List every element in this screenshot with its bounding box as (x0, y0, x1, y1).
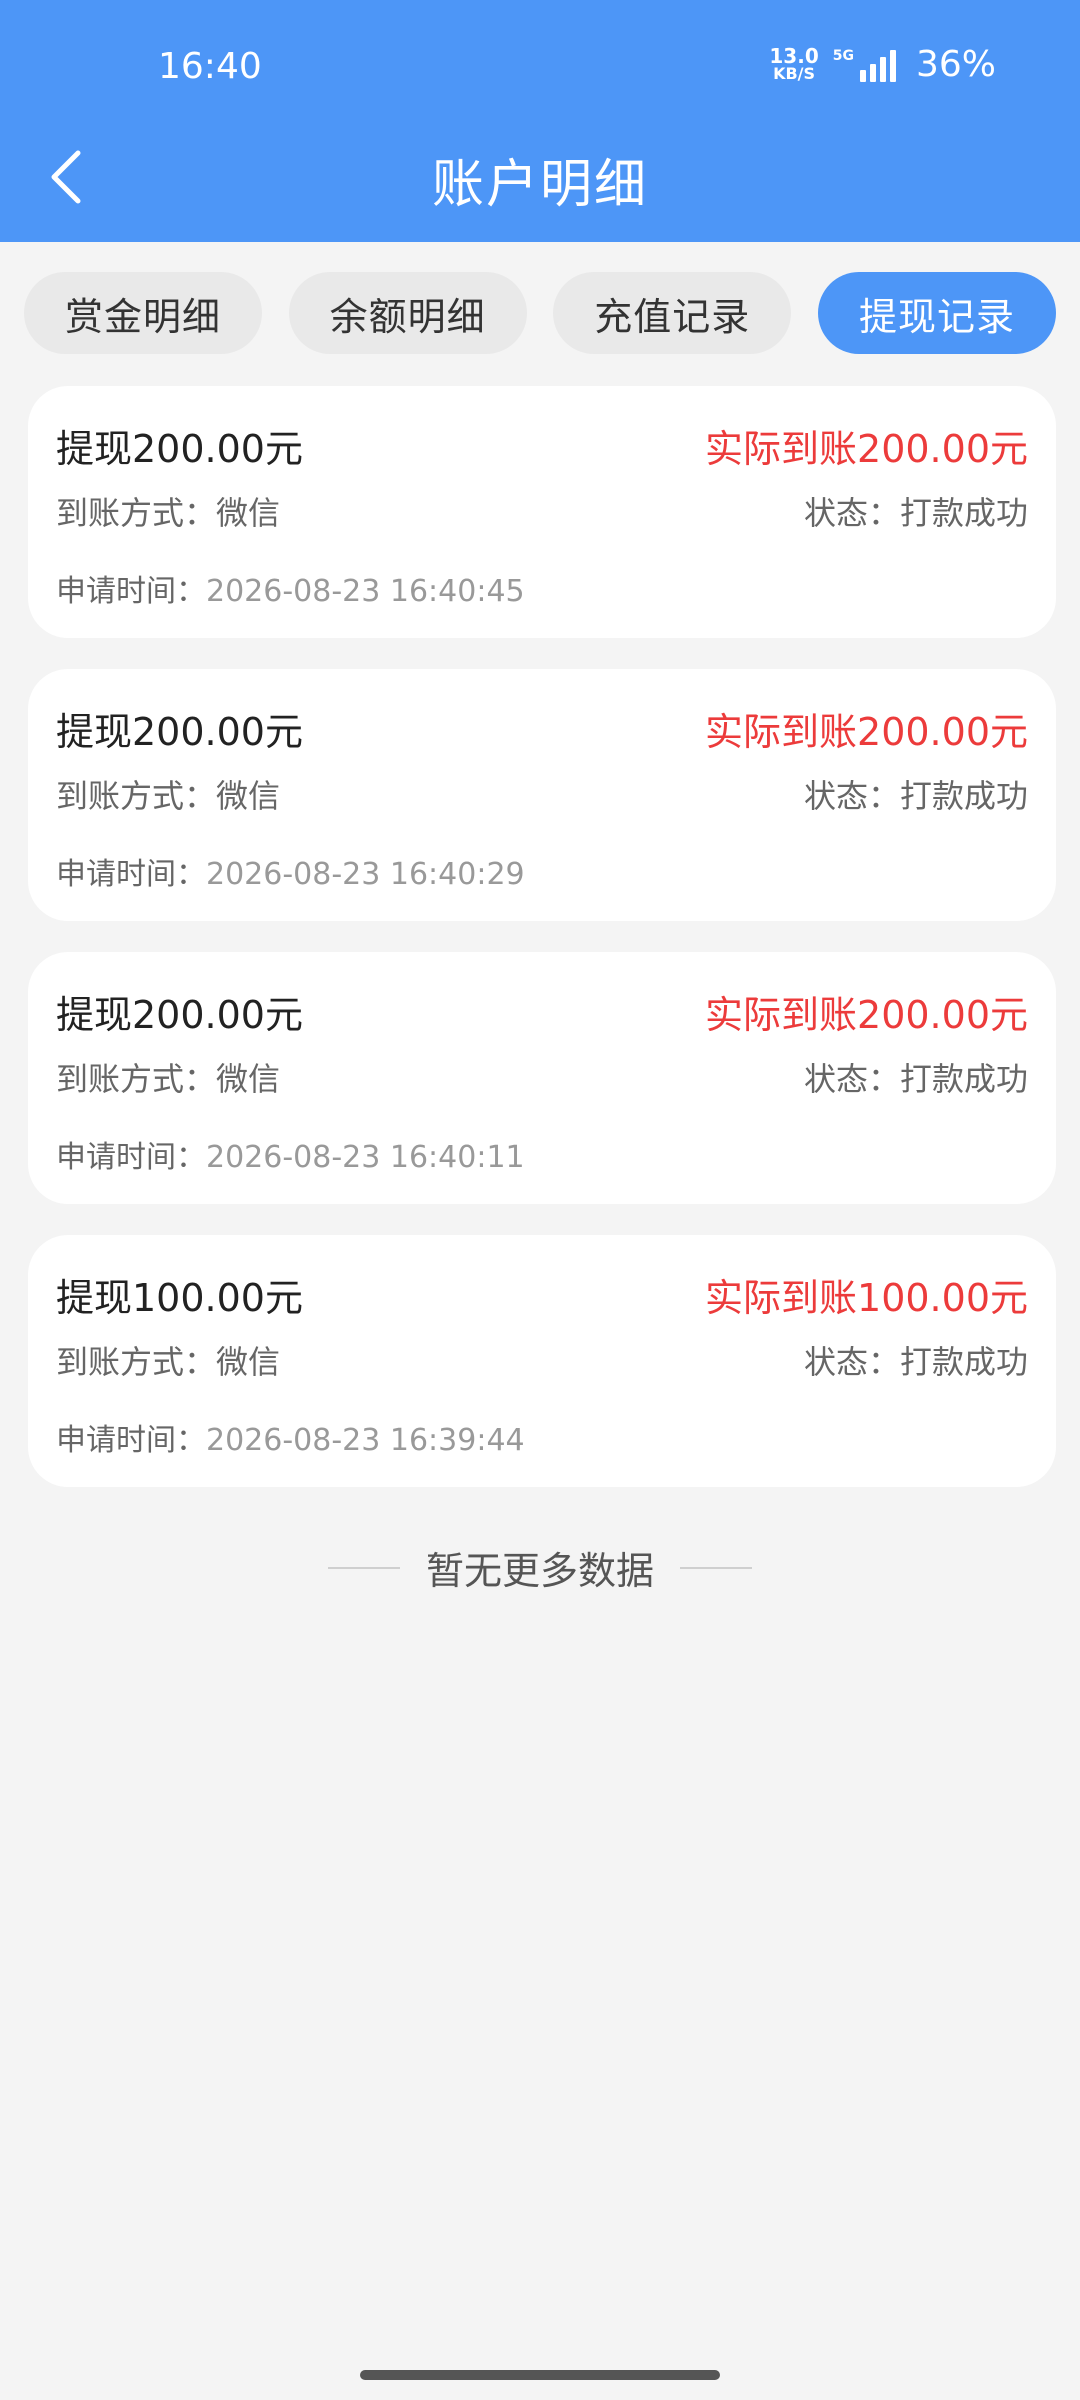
actual-received: 实际到账200.00元 (705, 427, 1028, 471)
signal-bar (859, 69, 866, 82)
tab-withdraw-records[interactable]: 提现记录 (817, 272, 1056, 354)
apply-time-label: 申请时间： (56, 574, 206, 609)
divider (680, 1566, 752, 1569)
apply-time: 申请时间：2026-08-23 16:39:44 (56, 1415, 525, 1459)
withdraw-amount: 提现100.00元 (56, 1276, 303, 1320)
tab-balance-details[interactable]: 余额明细 (288, 272, 527, 354)
actual-received: 实际到账200.00元 (705, 993, 1028, 1037)
apply-time: 申请时间：2026-08-23 16:40:45 (56, 566, 525, 610)
divider (327, 1566, 400, 1569)
tab-bar: 赏金明细 余额明细 充值记录 提现记录 (24, 272, 1056, 354)
withdraw-amount: 提现200.00元 (56, 993, 303, 1037)
payout-method-label: 到账方式： (56, 777, 217, 815)
payout-method: 到账方式：微信 (56, 488, 280, 534)
list-item[interactable]: 提现200.00元 实际到账200.00元 到账方式：微信 状态：打款成功 申请… (28, 386, 1056, 638)
status-label: 状态： (803, 777, 900, 815)
apply-time-value: 2026-08-23 16:40:45 (206, 574, 525, 609)
list-item[interactable]: 提现100.00元 实际到账100.00元 到账方式：微信 状态：打款成功 申请… (28, 1235, 1056, 1487)
signal-bar (879, 56, 886, 82)
network-type: 5G (832, 47, 854, 64)
withdraw-record-list: 提现200.00元 实际到账200.00元 到账方式：微信 状态：打款成功 申请… (28, 386, 1056, 1518)
status-time: 16:40 (158, 46, 262, 87)
list-item[interactable]: 提现200.00元 实际到账200.00元 到账方式：微信 状态：打款成功 申请… (28, 952, 1056, 1204)
status-badge: 状态：打款成功 (804, 1054, 1028, 1100)
home-indicator[interactable] (360, 2370, 720, 2380)
apply-time-label: 申请时间： (56, 1140, 206, 1175)
withdraw-amount: 提现200.00元 (56, 710, 303, 754)
page-title: 账户明细 (431, 155, 648, 215)
apply-time: 申请时间：2026-08-23 16:40:29 (56, 849, 525, 893)
payout-method-value: 微信 (216, 494, 281, 532)
net-speed-value: 13.0 (769, 43, 819, 68)
app-header: 16:40 13.0 KB/S 5G 36% 账户明细 (0, 0, 1080, 242)
apply-time: 申请时间：2026-08-23 16:40:11 (56, 1132, 525, 1176)
apply-time-value: 2026-08-23 16:40:11 (206, 1140, 525, 1175)
payout-method-value: 微信 (216, 1060, 281, 1098)
status-badge: 状态：打款成功 (804, 488, 1028, 534)
status-value: 打款成功 (899, 1343, 1028, 1381)
net-speed: 13.0 KB/S (769, 43, 819, 83)
tab-bounty-details[interactable]: 赏金明细 (24, 272, 262, 354)
payout-method: 到账方式：微信 (56, 1337, 280, 1383)
payout-method-label: 到账方式： (56, 1060, 217, 1098)
status-label: 状态： (803, 1343, 900, 1381)
tab-recharge-records[interactable]: 充值记录 (553, 272, 792, 354)
status-value: 打款成功 (899, 777, 1028, 815)
status-badge: 状态：打款成功 (804, 1337, 1028, 1383)
signal-icon: 5G (833, 48, 896, 82)
payout-method-value: 微信 (216, 777, 281, 815)
payout-method: 到账方式：微信 (56, 1054, 280, 1100)
net-speed-unit: KB/S (773, 63, 816, 83)
signal-bar (869, 63, 876, 82)
payout-method-value: 微信 (216, 1343, 281, 1381)
apply-time-value: 2026-08-23 16:39:44 (206, 1423, 525, 1458)
signal-bar (889, 49, 896, 82)
status-value: 打款成功 (899, 1060, 1028, 1098)
payout-method-label: 到账方式： (56, 1343, 217, 1381)
list-item[interactable]: 提现200.00元 实际到账200.00元 到账方式：微信 状态：打款成功 申请… (28, 669, 1056, 921)
status-badge: 状态：打款成功 (804, 771, 1028, 817)
apply-time-value: 2026-08-23 16:40:29 (206, 857, 525, 892)
apply-time-label: 申请时间： (56, 857, 206, 892)
payout-method-label: 到账方式： (56, 494, 217, 532)
no-more-data-text: 暂无更多数据 (425, 1549, 654, 1593)
actual-received: 实际到账200.00元 (705, 710, 1028, 754)
withdraw-amount: 提现200.00元 (56, 427, 303, 471)
no-more-data: 暂无更多数据 (0, 1540, 1080, 1595)
payout-method: 到账方式：微信 (56, 771, 280, 817)
status-value: 打款成功 (899, 494, 1028, 532)
status-bar-right: 13.0 KB/S 5G 36% (769, 44, 996, 85)
status-label: 状态： (803, 1060, 900, 1098)
battery-level: 36% (915, 44, 996, 85)
status-label: 状态： (803, 494, 900, 532)
apply-time-label: 申请时间： (56, 1423, 206, 1458)
actual-received: 实际到账100.00元 (705, 1276, 1028, 1320)
